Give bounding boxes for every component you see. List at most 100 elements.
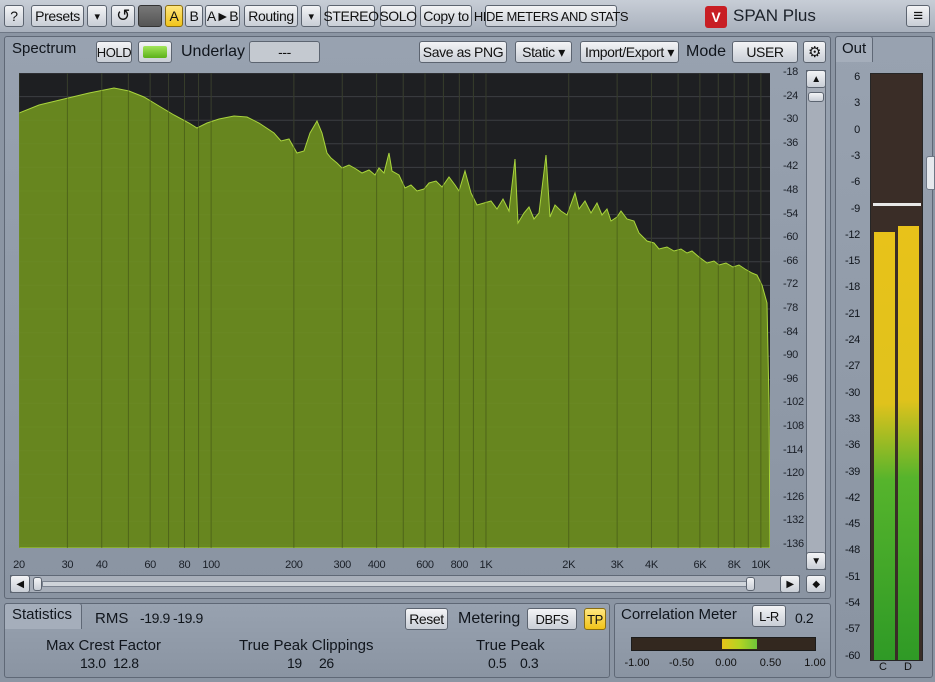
- x-tick-label: 10K: [751, 559, 771, 571]
- hamburger-icon: ≡: [913, 6, 923, 25]
- copy-to-button[interactable]: Copy to: [420, 5, 472, 27]
- max-crest-left-value: 13.0: [80, 655, 106, 671]
- y-tick-label: -108: [783, 420, 804, 432]
- help-button[interactable]: ?: [4, 5, 24, 27]
- max-crest-right-value: 12.8: [113, 655, 139, 671]
- max-crest-label: Max Crest Factor: [46, 637, 162, 654]
- preset-a-button[interactable]: A: [165, 5, 183, 27]
- vertical-scroll-handle[interactable]: [808, 92, 824, 102]
- out-tick-label: -6: [850, 176, 860, 189]
- presets-button[interactable]: Presets: [31, 5, 84, 27]
- correlation-value: 0.2: [795, 610, 814, 626]
- correlation-mode-select[interactable]: L-R: [752, 605, 786, 627]
- reset-button[interactable]: Reset: [405, 608, 448, 630]
- tp-clippings-left-value: 19: [287, 655, 302, 671]
- y-tick-label: -18: [783, 66, 798, 78]
- correlation-tick-label: 1.00: [804, 657, 826, 669]
- tp-clippings-label: True Peak Clippings: [239, 637, 374, 654]
- correlation-tick-label: -0.50: [668, 657, 695, 669]
- settings-button[interactable]: ⚙: [803, 41, 826, 63]
- spectrum-color-button[interactable]: [138, 41, 172, 63]
- out-tick-label: -60: [845, 649, 860, 662]
- correlation-tick-label: 0.50: [759, 657, 782, 669]
- out-tick-label: -24: [845, 334, 860, 346]
- underlay-select[interactable]: ---: [249, 41, 320, 63]
- channel-right-label: D: [904, 661, 912, 673]
- metering-select[interactable]: DBFS: [527, 608, 577, 630]
- spectrum-title: Spectrum: [12, 40, 77, 57]
- out-tick-label: -15: [845, 255, 860, 268]
- rms-right-value: -19.9: [173, 610, 203, 626]
- y-tick-label: -30: [783, 113, 798, 126]
- out-tick-label: -12: [845, 228, 860, 241]
- y-tick-label: -136: [783, 538, 804, 550]
- mode-select[interactable]: USER: [732, 41, 798, 63]
- copy-a-to-b-button[interactable]: A►B: [205, 5, 240, 27]
- scroll-left-button[interactable]: ◀: [10, 575, 30, 593]
- triangle-right-icon: ▶: [786, 578, 794, 590]
- y-tick-label: -96: [783, 372, 798, 385]
- mode-label: Mode: [686, 43, 727, 60]
- gear-icon: ⚙: [807, 44, 822, 61]
- x-tick-label: 600: [416, 559, 434, 571]
- solo-button[interactable]: SOLO: [379, 5, 417, 27]
- true-peak-label: True Peak: [476, 637, 545, 654]
- y-tick-label: -48: [783, 184, 798, 196]
- preset-b-button[interactable]: B: [185, 5, 203, 27]
- import-export-dropdown[interactable]: Import/Export ▾: [580, 41, 679, 63]
- redo-button[interactable]: [138, 5, 162, 27]
- x-tick-label: 100: [202, 559, 220, 571]
- x-tick-label: 2K: [562, 559, 576, 571]
- x-tick-label: 8K: [727, 559, 741, 571]
- undo-button[interactable]: ↺: [111, 5, 135, 27]
- vertical-scrollbar[interactable]: [806, 70, 826, 570]
- meter-bar-right: [898, 226, 919, 660]
- true-peak-button[interactable]: TP: [584, 608, 606, 630]
- metering-label: Metering: [458, 610, 521, 627]
- horizontal-scroll-handle-left[interactable]: [33, 577, 42, 591]
- tp-clippings-right-value: 26: [319, 655, 334, 671]
- color-swatch: [143, 46, 167, 58]
- scroll-up-button[interactable]: ▲: [806, 70, 826, 88]
- y-tick-label: -60: [783, 231, 798, 244]
- meter-peak-marker: [873, 203, 921, 207]
- out-tick-label: -21: [845, 307, 860, 320]
- channel-left-label: C: [879, 661, 887, 673]
- out-tick-label: 3: [854, 97, 860, 110]
- undo-icon: ↺: [116, 6, 130, 25]
- x-tick-label: 20: [13, 559, 25, 571]
- stereo-button[interactable]: STEREO: [323, 5, 379, 27]
- true-peak-left-value: 0.5: [488, 655, 507, 671]
- spectrum-plot: [19, 73, 770, 548]
- correlation-tick-label: 0.00: [715, 657, 737, 669]
- x-tick-label: 1K: [479, 559, 493, 571]
- x-tick-label: 200: [285, 559, 303, 571]
- x-tick-label: 3K: [610, 559, 624, 571]
- menu-button[interactable]: ≡: [906, 5, 930, 27]
- horizontal-range-bar[interactable]: [42, 581, 750, 587]
- routing-button[interactable]: Routing: [244, 5, 298, 27]
- hide-meters-button[interactable]: HIDE METERS AND STATS: [474, 5, 629, 27]
- save-png-button[interactable]: Save as PNG: [419, 41, 507, 63]
- scroll-right-button[interactable]: ▶: [780, 575, 800, 593]
- y-tick-label: -84: [783, 325, 798, 338]
- x-tick-label: 30: [61, 559, 74, 571]
- rms-left-value: -19.9: [140, 610, 170, 626]
- out-tick-label: -9: [850, 202, 860, 215]
- hold-button[interactable]: HOLD: [96, 41, 132, 63]
- horizontal-scroll-handle-right[interactable]: [746, 577, 755, 591]
- app-name: SPAN Plus: [733, 6, 816, 25]
- out-tick-label: -45: [845, 518, 860, 531]
- out-title: Out: [842, 40, 867, 57]
- reset-view-button[interactable]: ◆: [806, 575, 826, 593]
- static-dropdown[interactable]: Static ▾: [515, 41, 572, 63]
- scroll-down-button[interactable]: ▼: [806, 552, 826, 570]
- correlation-fill: [722, 639, 757, 649]
- y-tick-label: -78: [783, 302, 798, 314]
- side-panel-tab[interactable]: [926, 156, 935, 190]
- meter-bar-left: [874, 232, 895, 660]
- x-tick-label: 400: [367, 559, 386, 571]
- true-peak-right-value: 0.3: [520, 655, 539, 671]
- routing-dropdown-button[interactable]: ▾: [301, 5, 321, 27]
- presets-dropdown-button[interactable]: ▾: [87, 5, 107, 27]
